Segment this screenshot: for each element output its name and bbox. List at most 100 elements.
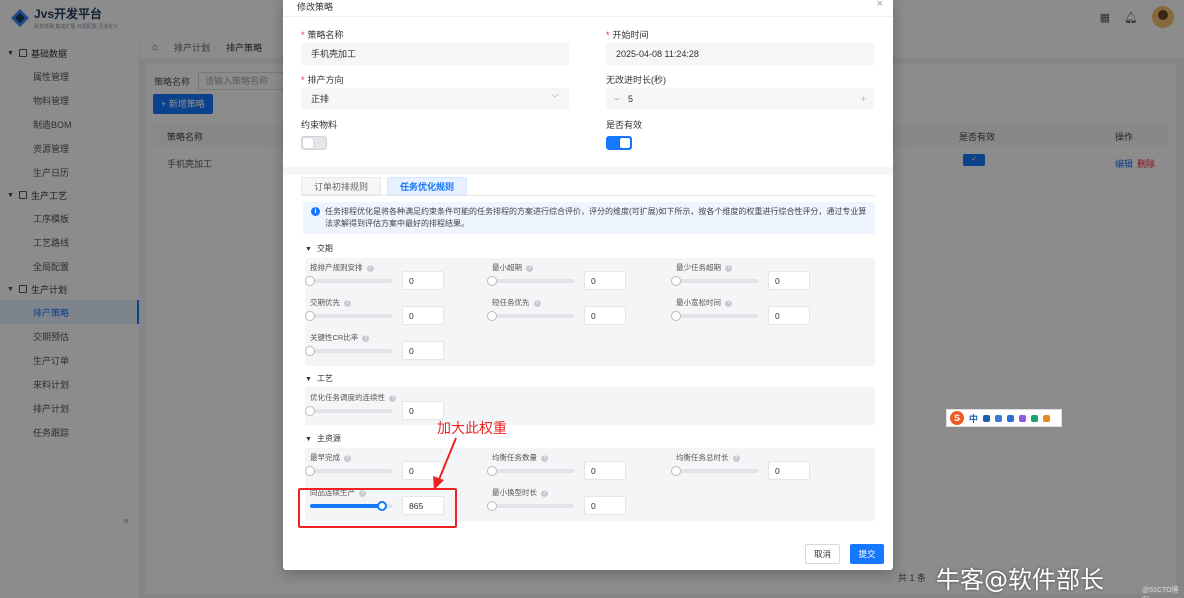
info-text: 任务排程优化是将各种满足约束条件可能的任务排程的方案进行综合评价，评分的维度(可… <box>325 207 867 228</box>
weight-slider[interactable] <box>305 311 392 321</box>
weight-param-label: 均衡任务数量? <box>492 452 548 463</box>
no-change-duration-label: 无改进时长(秒) <box>606 75 666 85</box>
section-main-resource-title[interactable]: ▼ 主资源 <box>305 433 341 444</box>
start-time-label: * 开始时间 <box>606 30 649 40</box>
weight-param-text: 最少任务超期 <box>676 263 721 272</box>
help-icon[interactable]: ? <box>366 264 374 272</box>
weight-slider[interactable] <box>487 311 574 321</box>
weight-param-label: 最小换型时长? <box>492 487 548 498</box>
help-icon[interactable]: ? <box>362 334 370 342</box>
weight-param-label: 最小超期? <box>492 262 533 273</box>
start-time-input[interactable]: 2025-04-08 11:24:28 <box>606 43 874 65</box>
weight-value-input[interactable]: 0 <box>402 306 444 325</box>
slider-thumb[interactable] <box>305 276 315 286</box>
toolbox-icon[interactable] <box>1031 414 1039 422</box>
weight-value-input[interactable]: 0 <box>584 271 626 290</box>
weight-param-text: 最小超期 <box>492 263 522 272</box>
sogou-icon[interactable]: S <box>950 411 964 425</box>
help-icon[interactable]: ? <box>732 454 740 462</box>
weight-param-label: 最早完成? <box>310 452 351 463</box>
weight-value-input[interactable]: 0 <box>584 306 626 325</box>
direction-select[interactable]: 正排 ﹀ <box>301 88 569 110</box>
weight-value-input[interactable]: 0 <box>402 341 444 360</box>
section-process-title[interactable]: ▼ 工艺 <box>305 373 333 384</box>
submit-button[interactable]: 提交 <box>850 544 884 564</box>
modal-title: 修改策略 <box>297 2 334 12</box>
watermark-small: @51CTO博客 <box>1142 587 1179 598</box>
slider-thumb[interactable] <box>305 311 315 321</box>
weight-param-text: 均衡任务总时长 <box>676 453 729 462</box>
weight-slider[interactable] <box>671 311 758 321</box>
edit-strategy-modal: 修改策略 × * 策略名称 手机壳加工 * 开始时间 2025-04-08 11:2… <box>283 0 893 570</box>
help-icon[interactable]: ? <box>389 394 396 402</box>
help-icon[interactable]: ? <box>541 489 548 497</box>
skin-icon[interactable] <box>1019 414 1027 422</box>
weight-param-label: 按排产规则安排? <box>310 262 374 273</box>
annotation-arrow-icon <box>433 437 457 490</box>
weight-slider[interactable] <box>671 466 758 476</box>
weight-slider[interactable] <box>671 276 758 286</box>
weight-value-input[interactable]: 0 <box>402 271 444 290</box>
close-icon[interactable]: × <box>877 0 883 10</box>
is-valid-toggle[interactable] <box>606 136 632 150</box>
weight-slider[interactable] <box>305 466 392 476</box>
direction-value: 正排 <box>311 94 330 104</box>
stepper-value: 5 <box>628 94 634 104</box>
divider <box>283 167 893 175</box>
weight-slider[interactable] <box>305 406 392 416</box>
slider-thumb[interactable] <box>305 466 315 476</box>
help-icon[interactable]: ? <box>541 454 548 462</box>
help-icon[interactable]: ? <box>725 264 732 272</box>
slider-thumb[interactable] <box>487 466 497 476</box>
tab-task-optimization-rules[interactable]: 任务优化规则 <box>387 177 468 195</box>
chevron-down-icon: ﹀ <box>551 94 559 103</box>
direction-label: * 排产方向 <box>301 75 344 85</box>
no-change-duration-stepper[interactable]: − 5 + <box>606 88 874 110</box>
help-icon[interactable]: ? <box>533 299 541 307</box>
weight-value-input[interactable]: 0 <box>768 306 810 325</box>
help-icon[interactable]: ? <box>344 454 351 462</box>
cancel-button[interactable]: 取消 <box>805 544 840 564</box>
microphone-icon[interactable] <box>995 414 1003 422</box>
slider-thumb[interactable] <box>671 276 681 286</box>
menu-icon[interactable] <box>1043 414 1051 422</box>
weight-slider[interactable] <box>487 276 574 286</box>
annotation-text: 加大此权重 <box>437 421 507 437</box>
slider-thumb[interactable] <box>305 346 315 356</box>
weight-value-input[interactable]: 0 <box>768 461 810 480</box>
help-icon[interactable]: ? <box>344 299 351 307</box>
strategy-name-input[interactable]: 手机壳加工 <box>301 43 569 65</box>
tab-order-initial-rules[interactable]: 订单初排规则 <box>301 177 382 195</box>
weight-param-label: 最小宽松时间? <box>676 297 732 308</box>
weight-param-label: 短任务优先? <box>492 297 541 308</box>
weight-param-text: 优化任务调度的连续性 <box>310 393 385 402</box>
slider-thumb[interactable] <box>487 311 497 321</box>
section-delivery-title[interactable]: ▼ 交期 <box>305 243 333 254</box>
weight-value-input[interactable]: 0 <box>584 461 626 480</box>
weight-slider[interactable] <box>487 501 574 511</box>
weight-param-text: 交期优先 <box>310 298 340 307</box>
ime-language[interactable]: 中 <box>969 412 978 425</box>
help-icon[interactable]: ? <box>725 299 732 307</box>
ime-toolbar[interactable]: S 中 <box>946 409 1062 427</box>
divider <box>301 195 875 196</box>
minus-icon[interactable]: − <box>614 88 619 110</box>
weight-slider[interactable] <box>487 466 574 476</box>
slider-thumb[interactable] <box>671 311 681 321</box>
weight-slider[interactable] <box>305 276 392 286</box>
slider-thumb[interactable] <box>487 276 497 286</box>
slider-thumb[interactable] <box>305 406 315 416</box>
punctuation-icon[interactable] <box>983 414 991 422</box>
keyboard-icon[interactable] <box>1007 414 1015 422</box>
weight-value-input[interactable]: 0 <box>768 271 810 290</box>
help-icon[interactable]: ? <box>526 264 533 272</box>
weight-value-input[interactable]: 0 <box>584 496 626 515</box>
slider-thumb[interactable] <box>671 466 681 476</box>
slider-thumb[interactable] <box>487 501 497 511</box>
caret-down-icon: ▼ <box>305 436 312 443</box>
weight-param-text: 均衡任务数量 <box>492 453 537 462</box>
constraint-material-toggle[interactable] <box>301 136 327 150</box>
weight-param-label: 均衡任务总时长? <box>676 452 740 463</box>
weight-slider[interactable] <box>305 346 392 356</box>
plus-icon[interactable]: + <box>861 88 866 110</box>
